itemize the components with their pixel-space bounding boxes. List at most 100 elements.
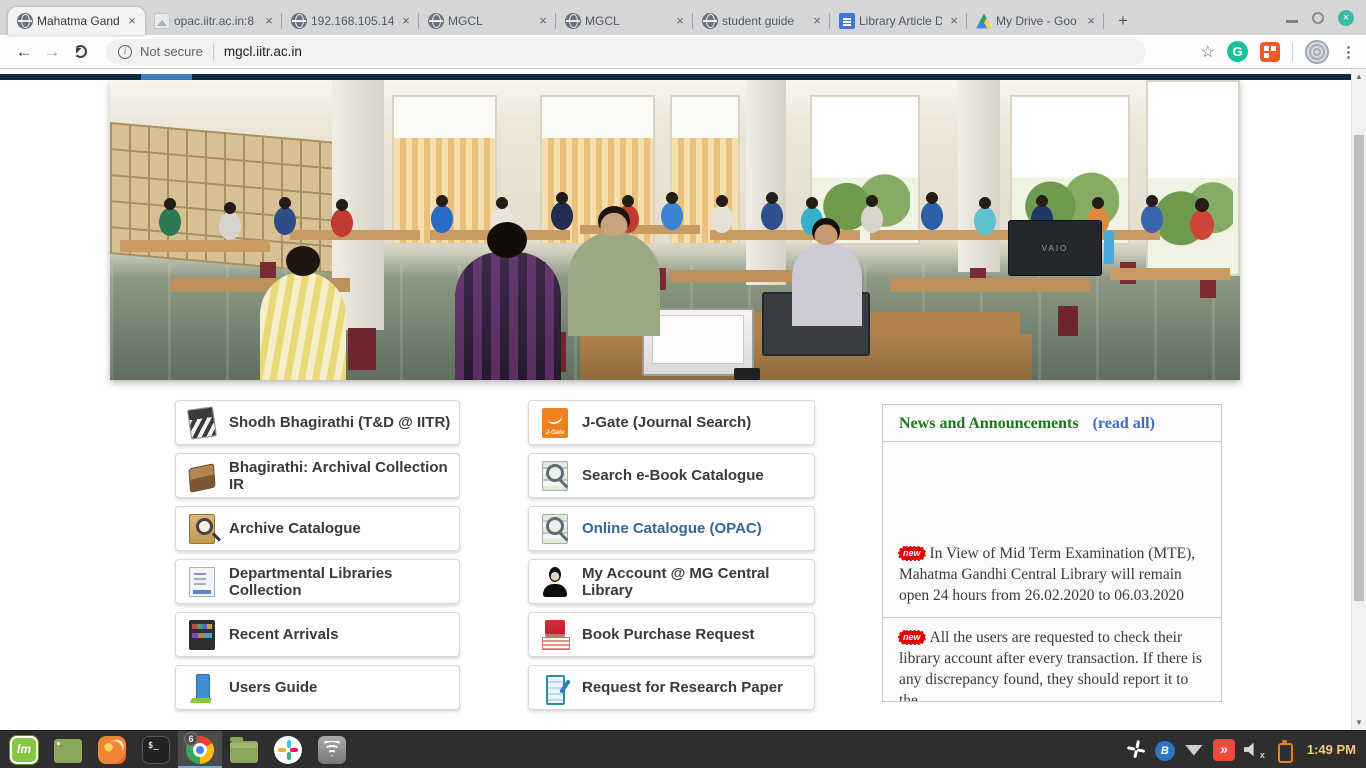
browser-tab[interactable]: MGCL bbox=[556, 7, 693, 35]
taskbar-app-terminal[interactable] bbox=[134, 731, 178, 768]
minimize-button[interactable] bbox=[1286, 20, 1298, 23]
quick-link-card[interactable]: Book Purchase Request bbox=[528, 612, 815, 657]
info-icon[interactable] bbox=[118, 45, 132, 59]
news-title: News and Announcements bbox=[899, 415, 1079, 433]
grammarly-extension-icon[interactable] bbox=[1227, 41, 1248, 62]
taskbar-apps: 6 bbox=[2, 731, 354, 768]
page-scrollbar[interactable]: ▲ ▼ bbox=[1351, 69, 1366, 730]
browser-toolbar: ← → Not secure mgcl.iitr.ac.in bbox=[0, 35, 1366, 69]
quicklink-icon-archive-search bbox=[189, 514, 215, 544]
forward-button[interactable]: → bbox=[38, 38, 66, 66]
quick-link-card[interactable]: Request for Research Paper bbox=[528, 665, 815, 710]
new-tab-button[interactable] bbox=[1108, 8, 1138, 34]
taskbar-app-chrome[interactable]: 6 bbox=[178, 731, 222, 768]
quick-link-card[interactable]: Archive Catalogue bbox=[175, 506, 460, 551]
quick-link-label: Request for Research Paper bbox=[582, 679, 783, 696]
address-bar[interactable]: Not secure mgcl.iitr.ac.in bbox=[106, 39, 1146, 65]
taskbar-app-firefox[interactable] bbox=[90, 731, 134, 768]
browser-menu-icon[interactable] bbox=[1341, 43, 1356, 61]
notification-badge: 6 bbox=[184, 732, 198, 746]
close-button[interactable] bbox=[1338, 10, 1354, 26]
back-button[interactable]: ← bbox=[10, 38, 38, 66]
quick-link-card[interactable]: Shodh Bhagirathi (T&D @ IITR) bbox=[175, 400, 460, 445]
taskbar-app-files[interactable] bbox=[222, 731, 266, 768]
tray-icon-network[interactable] bbox=[1183, 738, 1205, 762]
app-icon-mint-menu bbox=[10, 736, 38, 764]
news-header: News and Announcements (read all) bbox=[883, 405, 1221, 442]
quick-link-card[interactable]: Recent Arrivals bbox=[175, 612, 460, 657]
news-item[interactable]: newIn View of Mid Term Examination (MTE)… bbox=[883, 534, 1221, 617]
quick-link-card[interactable]: J-Gate (Journal Search) bbox=[528, 400, 815, 445]
tray-icon-volume-muted[interactable] bbox=[1243, 738, 1265, 762]
photo-student-foreground bbox=[792, 242, 862, 326]
tab-close-icon[interactable] bbox=[672, 13, 688, 29]
favicon-docs bbox=[839, 13, 855, 29]
favicon-drive bbox=[976, 13, 992, 29]
taskbar-app-wifi[interactable] bbox=[310, 731, 354, 768]
browser-tab[interactable]: My Drive - Goo bbox=[967, 7, 1104, 35]
clock[interactable]: 1:49 PM bbox=[1307, 742, 1356, 757]
tab-close-icon[interactable] bbox=[535, 13, 551, 29]
scrollbar-down-arrow[interactable]: ▼ bbox=[1352, 718, 1366, 727]
browser-tab[interactable]: student guide bbox=[693, 7, 830, 35]
tray-icon-battery[interactable] bbox=[1273, 738, 1295, 762]
restore-button[interactable] bbox=[1312, 12, 1324, 24]
tray-icon-anydesk[interactable] bbox=[1213, 739, 1235, 761]
quick-link-card[interactable]: My Account @ MG Central Library bbox=[528, 559, 815, 604]
tab-close-icon[interactable] bbox=[946, 13, 962, 29]
tab-close-icon[interactable] bbox=[809, 13, 825, 29]
quick-links-left: Shodh Bhagirathi (T&D @ IITR) Bhagirathi… bbox=[175, 400, 460, 718]
tab-close-icon[interactable] bbox=[124, 13, 140, 29]
quicklink-icon-kiosk bbox=[189, 673, 215, 703]
favicon-globe bbox=[291, 13, 307, 29]
quick-link-card[interactable]: Search e-Book Catalogue bbox=[528, 453, 815, 498]
tab-close-icon[interactable] bbox=[398, 13, 414, 29]
tab-close-icon[interactable] bbox=[1083, 13, 1099, 29]
new-badge: new bbox=[899, 547, 925, 560]
tray-icon-slack-tray[interactable] bbox=[1123, 735, 1150, 763]
tab-title: opac.iitr.ac.in:8 bbox=[174, 14, 257, 28]
quicklink-icon-department bbox=[189, 567, 215, 597]
favicon-globe bbox=[428, 13, 444, 29]
quick-link-card[interactable]: Bhagirathi: Archival Collection IR bbox=[175, 453, 460, 498]
taskbar-app-slack[interactable] bbox=[266, 731, 310, 768]
news-read-all-link[interactable]: (read all) bbox=[1093, 415, 1155, 433]
quick-link-label: Users Guide bbox=[229, 679, 317, 696]
browser-tab[interactable]: Library Article D bbox=[830, 7, 967, 35]
photo-student-foreground bbox=[568, 232, 660, 336]
scrollbar-up-arrow[interactable]: ▲ bbox=[1352, 72, 1366, 81]
quick-link-label: Departmental Libraries Collection bbox=[229, 565, 459, 599]
taskbar-app-desktop[interactable] bbox=[46, 731, 90, 768]
extension-icon[interactable] bbox=[1260, 42, 1280, 62]
profile-avatar[interactable] bbox=[1305, 40, 1329, 64]
reload-button[interactable] bbox=[66, 38, 94, 66]
quick-link-card[interactable]: Departmental Libraries Collection bbox=[175, 559, 460, 604]
browser-tab[interactable]: 192.168.105.14 bbox=[282, 7, 419, 35]
tab-title: MGCL bbox=[448, 14, 531, 28]
quick-link-card[interactable]: Online Catalogue (OPAC) bbox=[528, 506, 815, 551]
browser-tab[interactable]: MGCL bbox=[419, 7, 556, 35]
bookmark-star-icon[interactable] bbox=[1201, 42, 1215, 62]
tab-title: MGCL bbox=[585, 14, 668, 28]
news-panel: News and Announcements (read all) newIn … bbox=[882, 404, 1222, 702]
quicklink-icon-jgate bbox=[542, 408, 568, 438]
browser-tab[interactable]: Mahatma Gand bbox=[8, 7, 145, 35]
quick-links-middle: J-Gate (Journal Search) Search e-Book Ca… bbox=[528, 400, 815, 718]
app-icon-desktop bbox=[54, 739, 82, 763]
app-icon-files bbox=[230, 741, 258, 763]
system-tray: 1:49 PM bbox=[1125, 738, 1360, 762]
news-item[interactable]: newAll the users are requested to check … bbox=[883, 617, 1221, 701]
tab-strip: Mahatma Gand opac.iitr.ac.in:8 192.168.1… bbox=[0, 0, 1366, 35]
scrollbar-thumb[interactable] bbox=[1354, 135, 1364, 601]
toolbar-divider bbox=[1292, 43, 1293, 61]
omnibox-divider bbox=[213, 44, 214, 60]
quicklink-icon-shelf bbox=[189, 620, 215, 650]
tab-close-icon[interactable] bbox=[261, 13, 277, 29]
browser-tab[interactable]: opac.iitr.ac.in:8 bbox=[145, 7, 282, 35]
quicklink-icon-archive-boxes bbox=[188, 463, 215, 493]
quick-link-label: Online Catalogue (OPAC) bbox=[582, 520, 762, 537]
quick-link-label: Bhagirathi: Archival Collection IR bbox=[229, 459, 459, 493]
taskbar-app-mint-menu[interactable] bbox=[2, 731, 46, 768]
tray-icon-bluetooth[interactable] bbox=[1155, 741, 1175, 761]
quick-link-card[interactable]: Users Guide bbox=[175, 665, 460, 710]
